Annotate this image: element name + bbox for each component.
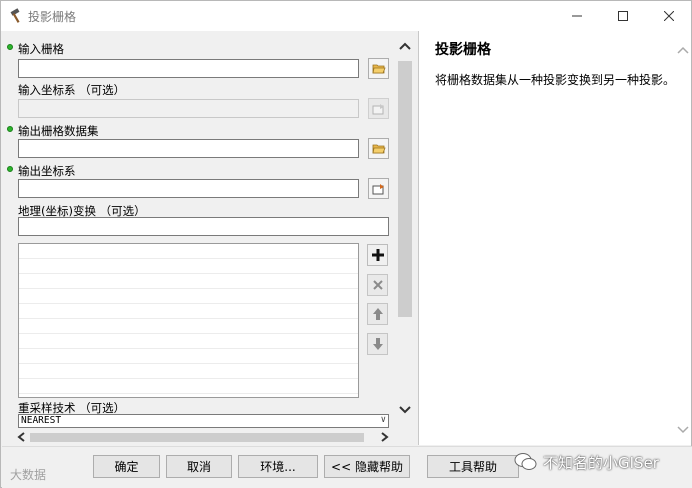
list-row [19,289,358,304]
input-cs-properties-button [368,98,389,119]
minimize-icon [572,15,582,17]
environments-button[interactable]: 环境... [238,455,318,478]
list-row [19,304,358,319]
required-dot-icon [7,44,13,50]
required-dot-icon [7,166,13,172]
resampling-value: NEAREST [21,415,62,426]
output-cs-properties-button[interactable] [368,178,389,199]
remove-button[interactable] [367,274,388,296]
list-row [19,349,358,364]
parameters-pane: 输入栅格 输入坐标系 （可选） 输出栅格数据集 输出坐标系 地理(坐标)变换 （… [2,31,415,445]
move-down-button[interactable] [367,333,388,355]
list-row [19,319,358,334]
scroll-up-icon[interactable] [399,41,411,51]
list-row [19,334,358,349]
tool-dialog: 投影栅格 输入栅格 输入坐标系 （可选） 输出栅格数据集 输出坐标系 地理(坐标… [0,0,692,488]
title-bar: 投影栅格 [1,1,691,31]
input-cs-field [18,99,359,118]
required-dot-icon [7,126,13,132]
scroll-up-icon[interactable] [677,45,689,55]
scroll-down-icon[interactable] [677,425,689,435]
hide-help-button[interactable]: << 隐藏帮助 [324,455,410,478]
watermark-left: 大数据 [10,468,47,482]
output-cs-label: 输出坐标系 [18,164,76,178]
properties-icon [372,183,384,194]
scroll-left-icon[interactable] [16,432,26,442]
properties-icon [372,103,384,114]
help-description: 将栅格数据集从一种投影变换到另一种投影。 [435,73,676,87]
maximize-button[interactable] [600,1,646,31]
list-row [19,274,358,289]
arrow-up-icon [372,308,383,320]
help-title: 投影栅格 [435,42,491,58]
browse-output-dataset-button[interactable] [368,138,389,159]
move-up-button[interactable] [367,303,388,325]
resampling-select[interactable]: NEAREST ∨ [18,414,389,428]
list-row [19,364,358,379]
close-icon [664,11,674,21]
output-dataset-label: 输出栅格数据集 [18,124,99,138]
vertical-scroll-thumb[interactable] [398,61,412,317]
list-row [19,244,358,259]
output-dataset-field[interactable] [18,139,359,158]
arrow-down-icon [372,338,383,350]
scroll-right-icon[interactable] [380,432,390,442]
scroll-down-icon[interactable] [399,405,411,415]
input-cs-label: 输入坐标系 （可选） [18,83,126,97]
minimize-button[interactable] [554,1,600,31]
help-vertical-scrollbar[interactable] [675,37,691,441]
geo-transform-field[interactable] [18,217,389,236]
hammer-icon [10,8,20,23]
list-row [19,259,358,274]
horizontal-scroll-thumb[interactable] [30,433,364,442]
delete-x-icon [372,280,383,290]
ok-button[interactable]: 确定 [93,455,160,478]
plus-icon [371,249,384,261]
list-row [19,379,358,394]
chevron-down-icon: ∨ [380,415,386,425]
transform-list[interactable] [18,243,359,398]
watermark-right: 不知名的小GISer [543,454,659,472]
button-bar: 大数据 确定 取消 环境... << 隐藏帮助 工具帮助 不知名的小GISer [2,446,692,488]
add-button[interactable] [367,244,388,266]
maximize-icon [618,11,628,21]
output-cs-field[interactable] [18,179,359,198]
browse-input-raster-button[interactable] [368,58,389,79]
horizontal-scrollbar[interactable] [16,430,390,444]
cancel-button[interactable]: 取消 [166,455,232,478]
wechat-icon [514,453,537,470]
vertical-scrollbar[interactable] [397,37,413,417]
close-button[interactable] [646,1,692,31]
help-pane: 投影栅格 将栅格数据集从一种投影变换到另一种投影。 [418,31,691,445]
window-title: 投影栅格 [28,10,77,24]
input-raster-field[interactable] [18,59,359,78]
folder-open-icon [372,64,386,73]
input-raster-label: 输入栅格 [18,42,64,56]
tool-help-button[interactable]: 工具帮助 [427,455,519,478]
folder-open-icon [372,144,386,153]
